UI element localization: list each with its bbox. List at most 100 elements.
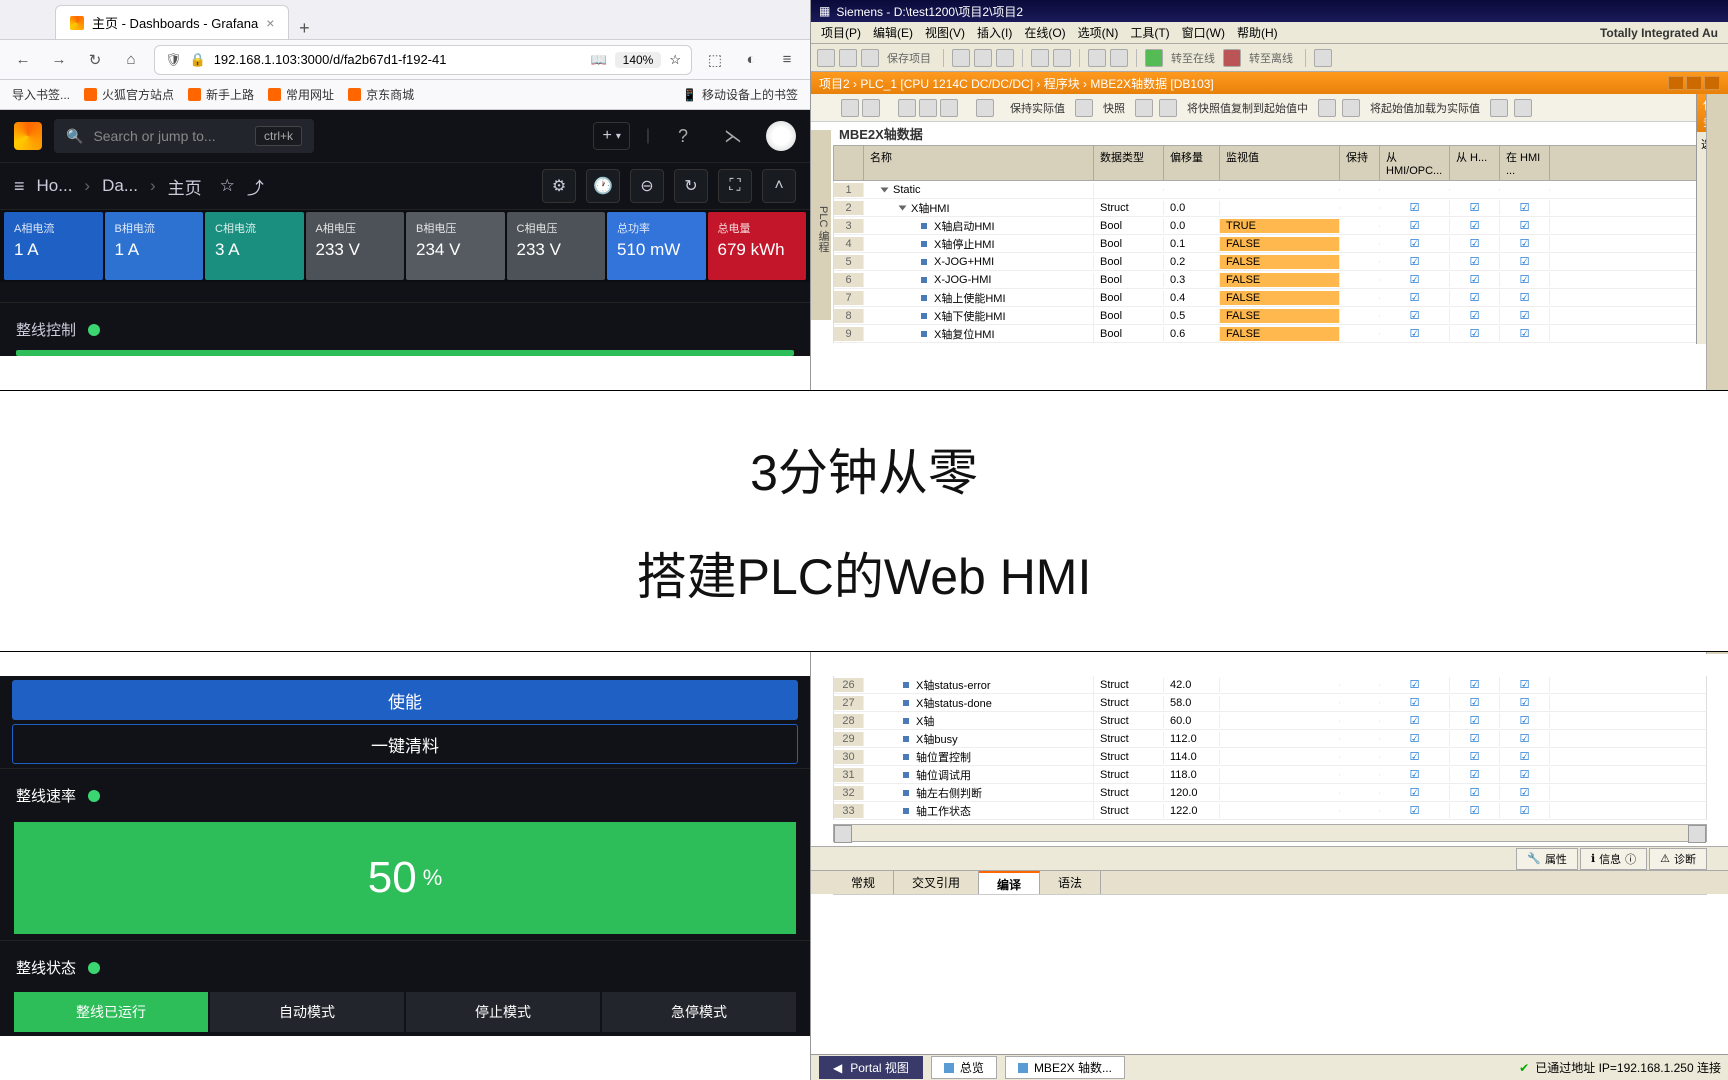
row-hmi-check[interactable]: ☑ <box>1380 713 1450 728</box>
row-keep-check[interactable] <box>1340 810 1380 812</box>
table-row[interactable]: 32 轴左右侧判断 Struct 120.0 ☑ ☑ ☑ <box>833 784 1707 802</box>
go-online-icon[interactable] <box>1145 49 1163 67</box>
info-tab[interactable]: 语法 <box>1040 871 1101 894</box>
row-h2-check[interactable]: ☑ <box>1450 749 1500 764</box>
row-h2-check[interactable]: ☑ <box>1450 677 1500 692</box>
row-h2-check[interactable]: ☑ <box>1450 308 1500 323</box>
menu-item[interactable]: 在线(O) <box>1020 24 1069 41</box>
col-keep[interactable]: 保持 <box>1340 146 1380 180</box>
row-keep-check[interactable] <box>1340 738 1380 740</box>
minimize-icon[interactable] <box>1668 76 1684 90</box>
search-icon[interactable] <box>1314 49 1332 67</box>
forward-button[interactable]: → <box>46 47 72 73</box>
tool-icon[interactable] <box>1342 99 1360 117</box>
row-h3-check[interactable]: ☑ <box>1500 767 1550 782</box>
bookmark-item[interactable]: 新手上路 <box>188 86 254 103</box>
info-tab[interactable]: 编译 <box>979 871 1040 894</box>
redo-icon[interactable] <box>1053 49 1071 67</box>
horizontal-scrollbar[interactable] <box>833 824 1707 842</box>
row-hmi-check[interactable]: ☑ <box>1380 254 1450 269</box>
zoom-out-button[interactable]: ⊖ <box>630 169 664 203</box>
row-name[interactable]: X轴启动HMI <box>864 217 1094 235</box>
breadcrumb-text[interactable]: 项目2 › PLC_1 [CPU 1214C DC/DC/DC] › 程序块 ›… <box>819 75 1214 92</box>
bookmark-item[interactable]: 常用网址 <box>268 86 334 103</box>
time-button[interactable]: 🕐 <box>586 169 620 203</box>
doc-tab[interactable]: 总览 <box>931 1056 997 1079</box>
menu-item[interactable]: 窗口(W) <box>1178 24 1229 41</box>
account-button[interactable]: ◐ <box>738 47 764 73</box>
row-h2-check[interactable]: ☑ <box>1450 326 1500 341</box>
row-h3-check[interactable]: ☑ <box>1500 254 1550 269</box>
bookmark-item[interactable]: 导入书签... <box>12 86 70 103</box>
tool-icon[interactable] <box>1159 99 1177 117</box>
extensions-button[interactable]: ⬚ <box>702 47 728 73</box>
row-hmi-check[interactable]: ☑ <box>1380 749 1450 764</box>
row-hmi-check[interactable]: ☑ <box>1380 785 1450 800</box>
tool-icon[interactable] <box>898 99 916 117</box>
row-h2-check[interactable]: ☑ <box>1450 695 1500 710</box>
close-icon[interactable] <box>1704 76 1720 90</box>
paste-icon[interactable] <box>996 49 1014 67</box>
table-row[interactable]: 29 X轴busy Struct 112.0 ☑ ☑ ☑ <box>833 730 1707 748</box>
reload-button[interactable]: ↻ <box>82 47 108 73</box>
tool-icon[interactable] <box>940 99 958 117</box>
portal-view-button[interactable]: ◀ Portal 视图 <box>819 1056 923 1079</box>
row-keep-check[interactable] <box>1340 207 1380 209</box>
open-icon[interactable] <box>839 49 857 67</box>
row-name[interactable]: X轴复位HMI <box>864 325 1094 343</box>
tool-icon[interactable] <box>1514 99 1532 117</box>
row-name[interactable]: X轴上使能HMI <box>864 289 1094 307</box>
menu-item[interactable]: 帮助(H) <box>1233 24 1282 41</box>
tool-icon[interactable] <box>1135 99 1153 117</box>
row-name[interactable]: Static <box>864 183 1094 197</box>
row-h3-check[interactable]: ☑ <box>1500 200 1550 215</box>
table-row[interactable]: 5 X-JOG+HMI Bool 0.2 FALSE ☑ ☑ ☑ <box>833 253 1706 271</box>
chevron-button[interactable]: ˄ <box>762 169 796 203</box>
close-icon[interactable]: × <box>266 15 274 31</box>
crumb-item[interactable]: Da... <box>102 176 138 196</box>
load-label[interactable]: 将起始值加载为实际值 <box>1366 100 1484 116</box>
keep-label[interactable]: 保持实际值 <box>1006 100 1069 116</box>
row-hmi-check[interactable]: ☑ <box>1380 731 1450 746</box>
row-keep-check[interactable] <box>1340 261 1380 263</box>
table-row[interactable]: 4 X轴停止HMI Bool 0.1 FALSE ☑ ☑ ☑ <box>833 235 1706 253</box>
reader-icon[interactable]: 📖 <box>590 52 606 68</box>
row-keep-check[interactable] <box>1340 774 1380 776</box>
bookmark-item[interactable]: 京东商城 <box>348 86 414 103</box>
tool-icon[interactable] <box>862 99 880 117</box>
table-row[interactable]: 2 X轴HMI Struct 0.0 ☑ ☑ ☑ <box>833 199 1706 217</box>
row-keep-check[interactable] <box>1340 756 1380 758</box>
row-name[interactable]: 轴位调试用 <box>864 766 1094 784</box>
tool-icon[interactable] <box>841 99 859 117</box>
row-hmi-check[interactable]: ☑ <box>1380 272 1450 287</box>
row-name[interactable]: X轴status-done <box>864 694 1094 712</box>
prop-tab-info[interactable]: ℹ信息ⓘ <box>1580 848 1647 870</box>
stat-panel[interactable]: A相电压233 V <box>306 212 405 280</box>
col-monitor[interactable]: 监视值 <box>1220 146 1340 180</box>
row-name[interactable]: 轴位置控制 <box>864 748 1094 766</box>
table-row[interactable]: 28 X轴 Struct 60.0 ☑ ☑ ☑ <box>833 712 1707 730</box>
info-tab[interactable]: 常规 <box>833 871 894 894</box>
row-hmi-check[interactable]: ☑ <box>1380 767 1450 782</box>
copy-label[interactable]: 将快照值复制到起始值中 <box>1183 100 1312 116</box>
bookmark-item[interactable]: 火狐官方站点 <box>84 86 174 103</box>
row-h2-check[interactable] <box>1450 189 1500 191</box>
row-h3-check[interactable]: ☑ <box>1500 326 1550 341</box>
undo-icon[interactable] <box>1031 49 1049 67</box>
star-icon[interactable]: ☆ <box>220 176 235 196</box>
url-input[interactable]: 🛡 🔒 192.168.1.103:3000/d/fa2b67d1-f192-4… <box>154 45 692 75</box>
table-row[interactable]: 33 轴工作状态 Struct 122.0 ☑ ☑ ☑ <box>833 802 1707 820</box>
table-row[interactable]: 8 X轴下使能HMI Bool 0.5 FALSE ☑ ☑ ☑ <box>833 307 1706 325</box>
table-row[interactable]: 9 X轴复位HMI Bool 0.6 FALSE ☑ ☑ ☑ <box>833 325 1706 343</box>
row-h2-check[interactable]: ☑ <box>1450 803 1500 818</box>
row-keep-check[interactable] <box>1340 189 1380 191</box>
new-tab-button[interactable]: + <box>289 18 319 39</box>
row-keep-check[interactable] <box>1340 702 1380 704</box>
cut-icon[interactable] <box>952 49 970 67</box>
crumb-item[interactable]: Ho... <box>37 176 73 196</box>
row-hmi-check[interactable] <box>1380 189 1450 191</box>
user-avatar[interactable] <box>766 121 796 151</box>
menu-item[interactable]: 插入(I) <box>973 24 1016 41</box>
row-hmi-check[interactable]: ☑ <box>1380 803 1450 818</box>
stat-panel[interactable]: 总功率510 mW <box>607 212 706 280</box>
